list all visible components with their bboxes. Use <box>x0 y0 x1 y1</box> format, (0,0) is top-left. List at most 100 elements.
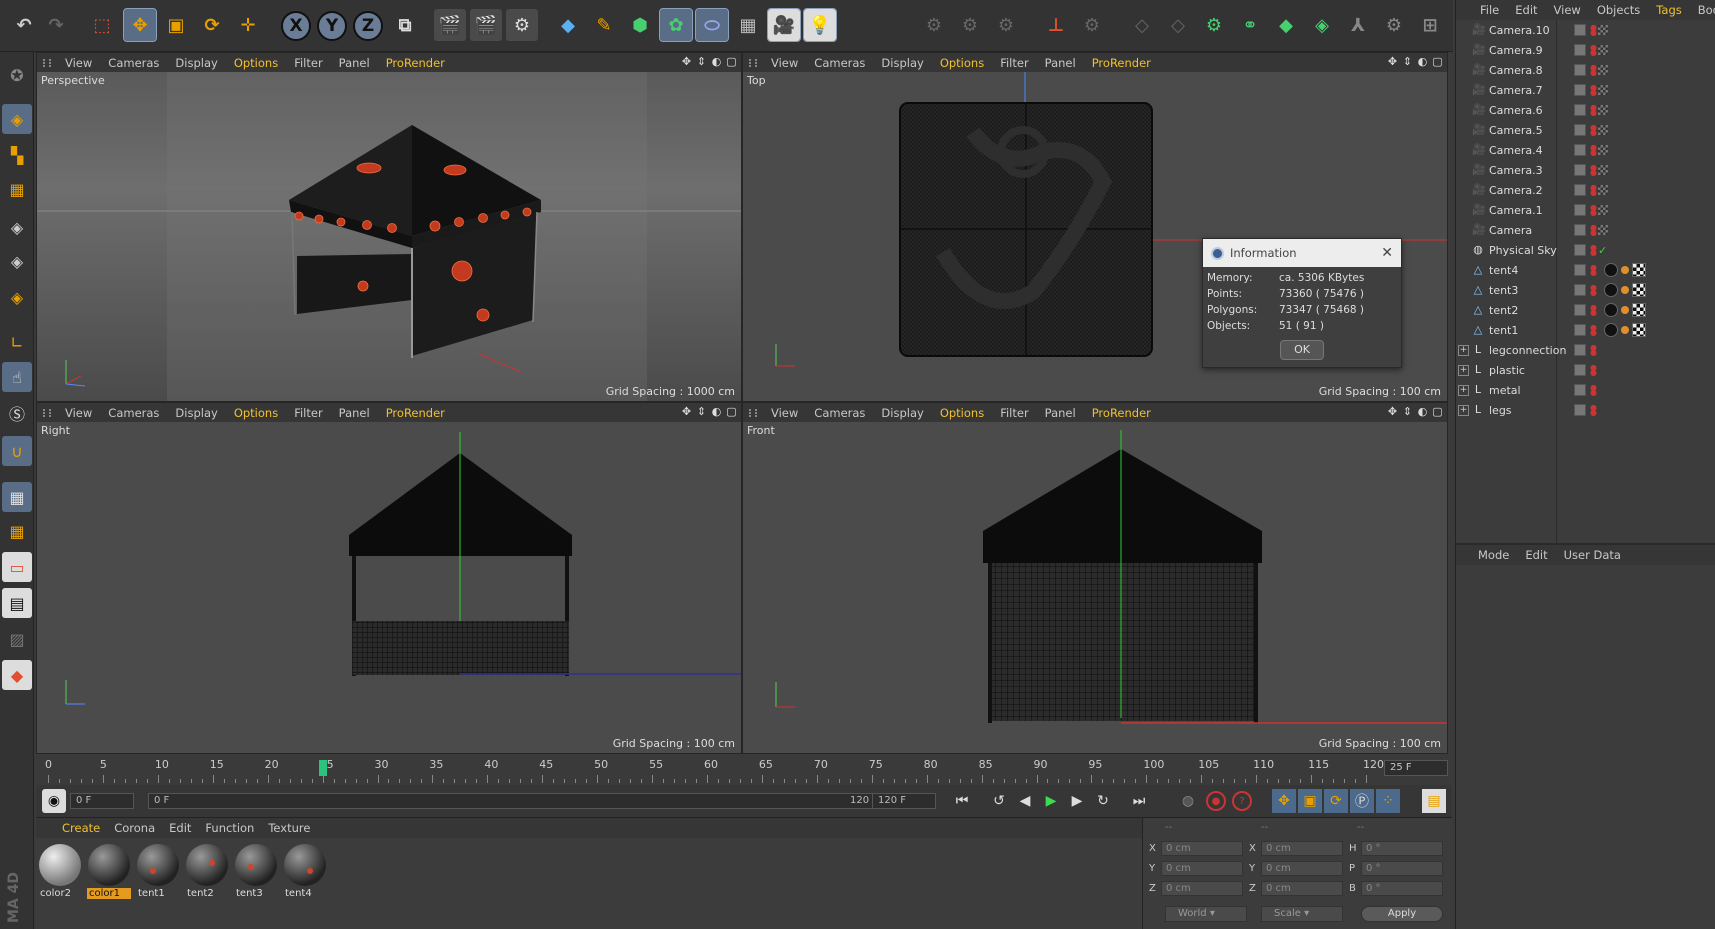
polygons-mode-icon[interactable]: ⚙ <box>1198 9 1230 41</box>
menu-display[interactable]: Display <box>175 56 217 70</box>
subdivision-icon[interactable]: ⬢ <box>624 9 656 41</box>
x-axis-icon[interactable]: X <box>281 11 311 41</box>
light-icon[interactable]: 💡 <box>803 8 837 42</box>
rotation-field[interactable]: 0 ° <box>1361 860 1443 876</box>
film-strip-icon[interactable]: ▤ <box>1422 789 1446 813</box>
expand-icon[interactable]: + <box>1458 344 1469 356</box>
menu-cameras[interactable]: Cameras <box>814 56 865 70</box>
dolly-icon[interactable]: ⇕ <box>696 55 707 68</box>
key-parameter-icon[interactable]: Ⓟ <box>1350 789 1374 813</box>
position-field[interactable]: 0 cm <box>1161 840 1243 856</box>
edit-visibility-icon[interactable] <box>1574 384 1586 396</box>
coordinate-space-select[interactable]: World ▾ <box>1165 906 1247 922</box>
object-row[interactable]: 🎥 Camera.5 ● ● <box>1456 120 1715 140</box>
menu-cameras[interactable]: Cameras <box>814 406 865 420</box>
visibility-dots-icon[interactable]: ● ● <box>1590 44 1597 57</box>
menu-display[interactable]: Display <box>881 56 923 70</box>
orbit-icon[interactable]: ◐ <box>1417 55 1428 68</box>
object-row[interactable]: 🎥 Camera.9 ● ● <box>1456 40 1715 60</box>
orbit-icon[interactable]: ◐ <box>1417 405 1428 418</box>
z-axis-icon[interactable]: Z <box>353 11 383 41</box>
visibility-dots-icon[interactable]: ● ● <box>1590 84 1597 97</box>
material-swatch[interactable]: tent4 <box>283 842 327 902</box>
visibility-dots-icon[interactable]: ● ● <box>1590 224 1597 237</box>
checker-tag-icon[interactable] <box>1632 323 1646 337</box>
axis-icon[interactable]: ∟ <box>2 327 32 357</box>
camera-icon[interactable]: 🎥 <box>767 8 801 42</box>
model-mode-icon[interactable]: ⚙ <box>1076 9 1108 41</box>
object-name[interactable]: Camera.10 <box>1489 24 1550 37</box>
visibility-dots-icon[interactable]: ● ● <box>1590 64 1597 77</box>
render-region-icon[interactable]: ▭ <box>2 552 32 582</box>
visibility-dots-icon[interactable]: ● ● <box>1590 324 1597 337</box>
object-name[interactable]: tent4 <box>1489 264 1518 277</box>
edit-visibility-icon[interactable] <box>1574 404 1586 416</box>
edit-visibility-icon[interactable] <box>1574 24 1586 36</box>
texture-tag-icon[interactable] <box>1621 306 1629 314</box>
orbit-icon[interactable]: ◐ <box>711 55 722 68</box>
maximize-icon[interactable]: ▢ <box>726 55 737 68</box>
workplane-lock-icon[interactable]: ▦ <box>2 516 32 546</box>
object-row[interactable]: 🎥 Camera.7 ● ● <box>1456 80 1715 100</box>
compositing-tag-icon[interactable] <box>1598 165 1608 175</box>
size-mode-select[interactable]: Scale ▾ <box>1261 906 1343 922</box>
deformer-icon[interactable]: ⬭ <box>695 8 729 42</box>
render-settings-icon[interactable]: ⚙ <box>506 9 538 41</box>
close-icon[interactable]: ✕ <box>1381 245 1393 261</box>
timeline-icon[interactable]: ◉ <box>42 789 66 813</box>
object-row[interactable]: 🎥 Camera.4 ● ● <box>1456 140 1715 160</box>
points-mode-icon[interactable]: ◇ <box>1126 9 1158 41</box>
edit-visibility-icon[interactable] <box>1574 144 1586 156</box>
ok-button[interactable]: OK <box>1280 340 1324 360</box>
menu-prorender[interactable]: ProRender <box>1092 406 1151 420</box>
texture-tag-icon[interactable] <box>1621 286 1629 294</box>
menu-file[interactable]: File <box>1480 3 1499 17</box>
uv-mode-icon[interactable]: ⚭ <box>1234 9 1266 41</box>
auto-key-icon[interactable]: ● <box>1206 791 1226 811</box>
menu-panel[interactable]: Panel <box>339 56 370 70</box>
object-name[interactable]: Camera.2 <box>1489 184 1543 197</box>
texture-tag-icon[interactable] <box>1621 326 1629 334</box>
edit-visibility-icon[interactable] <box>1574 264 1586 276</box>
visibility-dots-icon[interactable]: ● ● <box>1590 184 1597 197</box>
visibility-dots-icon[interactable]: ● ● <box>1590 344 1597 357</box>
material-tag-icon[interactable] <box>1604 263 1618 277</box>
tweak-icon[interactable]: ⅄ <box>1342 9 1374 41</box>
tweak-icon[interactable]: ☝ <box>2 362 32 392</box>
position-field[interactable]: 0 cm <box>1161 880 1243 896</box>
menu-texture[interactable]: Texture <box>268 821 310 835</box>
visibility-dots-icon[interactable]: ● ● <box>1590 164 1597 177</box>
menu-view[interactable]: View <box>65 56 92 70</box>
visibility-dots-icon[interactable]: ● ● <box>1590 384 1597 397</box>
object-name[interactable]: Camera.1 <box>1489 204 1543 217</box>
menu-view[interactable]: View <box>771 56 798 70</box>
menu-mode[interactable]: Mode <box>1478 548 1509 562</box>
object-name[interactable]: tent1 <box>1489 324 1518 337</box>
object-row[interactable]: △ tent1 ● ● <box>1456 320 1715 340</box>
object-row[interactable]: 🎥 Camera.10 ● ● <box>1456 20 1715 40</box>
edit-visibility-icon[interactable] <box>1574 164 1586 176</box>
move-icon[interactable]: ✥ <box>123 8 157 42</box>
visibility-dots-icon[interactable]: ● ● <box>1590 204 1597 217</box>
compositing-tag-icon[interactable] <box>1598 85 1608 95</box>
menu-cameras[interactable]: Cameras <box>108 56 159 70</box>
checker-tag-icon[interactable] <box>1632 283 1646 297</box>
visibility-dots-icon[interactable]: ● ● <box>1590 404 1597 417</box>
expand-icon[interactable]: + <box>1458 364 1469 376</box>
menu-display[interactable]: Display <box>175 406 217 420</box>
frame-range-slider[interactable]: 0 F 120 F <box>148 793 903 809</box>
edit-visibility-icon[interactable] <box>1574 304 1586 316</box>
menu-options[interactable]: Options <box>234 56 278 70</box>
edit-visibility-icon[interactable] <box>1574 224 1586 236</box>
key-points-icon[interactable]: ⁘ <box>1376 789 1400 813</box>
expand-icon[interactable]: + <box>1458 384 1469 396</box>
menu-prorender[interactable]: ProRender <box>386 406 445 420</box>
magnet-icon[interactable]: ∪ <box>2 436 32 466</box>
viewport-right[interactable]: View Cameras Display Options Filter Pane… <box>36 402 742 754</box>
menu-filter[interactable]: Filter <box>1000 406 1028 420</box>
object-row[interactable]: + Llegconnection ● ● <box>1456 340 1715 360</box>
object-name[interactable]: metal <box>1489 384 1521 397</box>
edit-visibility-icon[interactable] <box>1574 64 1586 76</box>
pan-icon[interactable]: ✥ <box>681 55 692 68</box>
viewport-perspective[interactable]: View Cameras Display Options Filter Pane… <box>36 52 742 402</box>
